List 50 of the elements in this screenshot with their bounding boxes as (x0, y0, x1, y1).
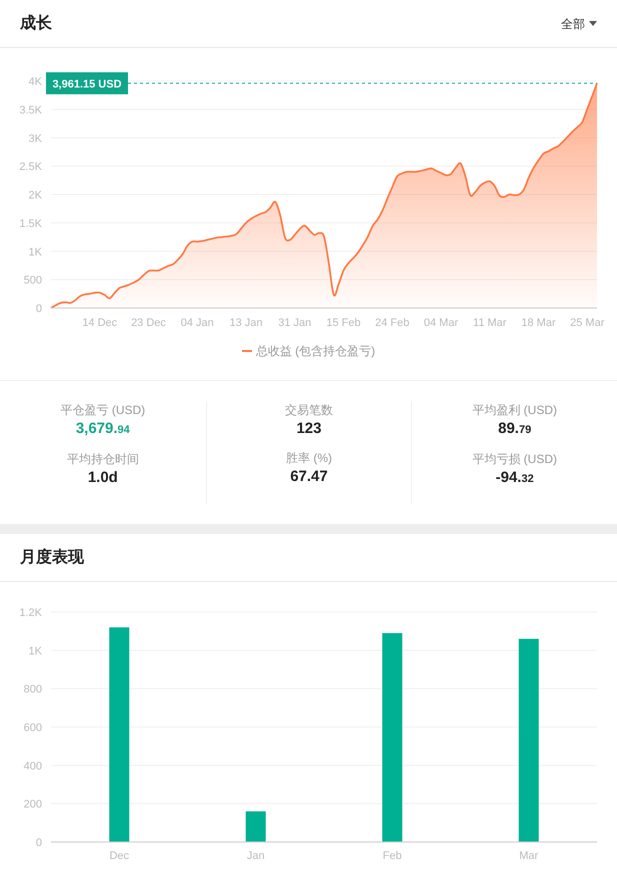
x-axis-label: 15 Feb (326, 317, 361, 329)
caret-icon (589, 20, 597, 26)
y-axis-label: 500 (24, 274, 42, 287)
x-axis-label: Feb (382, 850, 402, 862)
stat-label: 平均持仓时间 (66, 451, 139, 468)
x-axis-label: 11 Mar (473, 317, 506, 329)
legend-label: 总收益 (包含持仓盈亏) (256, 343, 376, 360)
y-axis-label: 3K (28, 132, 42, 145)
x-axis-label: 18 Mar (521, 317, 556, 329)
stat-value: 3,679.94 (76, 419, 130, 439)
stat-label: 胜率 (%) (286, 450, 332, 467)
y-axis-label: 0 (36, 837, 42, 849)
y-axis-label: 1.5K (19, 218, 42, 230)
section-title: 月度表现 (20, 547, 84, 568)
range-dropdown[interactable]: 全部 (561, 14, 597, 32)
x-axis-label: 31 Jan (278, 317, 312, 329)
y-axis-label: 1K (28, 645, 42, 658)
x-axis-label: Mar (519, 850, 538, 862)
bar (246, 811, 266, 842)
y-axis-label: 200 (24, 798, 42, 811)
y-axis-label: 3.5K (19, 104, 42, 116)
y-axis-label: 1K (28, 246, 42, 258)
x-axis-label: 04 Jan (180, 317, 214, 329)
y-axis-label: 2K (28, 190, 42, 202)
value-tag: 3,961.15 USD (52, 78, 122, 90)
stat-value: 123 (296, 419, 322, 439)
stat-label: 平均亏损 (USD) (472, 451, 557, 468)
x-axis-label: 24 Feb (375, 317, 410, 329)
stat-value: -94.32 (496, 468, 534, 488)
section-title: 成长 (20, 14, 52, 34)
stat-label: 交易笔数 (284, 402, 333, 419)
y-axis-label: 400 (24, 760, 42, 772)
y-axis-label: 800 (24, 684, 42, 696)
x-axis-label: Dec (109, 850, 130, 862)
x-axis-label: Jan (246, 850, 265, 862)
stat-value: 1.0d (88, 468, 118, 488)
y-axis-label: 0 (36, 303, 42, 315)
y-axis-label: 600 (24, 722, 42, 734)
x-axis-label: 23 Dec (131, 317, 166, 329)
stat-label: 平均盈利 (USD) (472, 402, 557, 419)
stat-value: 89.79 (498, 419, 532, 439)
stat-value: 67.47 (290, 467, 328, 487)
x-axis-label: 14 Dec (82, 317, 118, 329)
y-axis-label: 2.5K (19, 161, 42, 174)
x-axis-label: 04 Mar (424, 317, 458, 329)
y-axis-label: 4K (28, 76, 42, 88)
y-axis-label: 1.2K (19, 607, 42, 619)
stat-label: 平仓盈亏 (USD) (60, 402, 146, 419)
x-axis-label: 13 Jan (229, 317, 263, 329)
x-axis-label: 25 Mar (570, 317, 604, 329)
